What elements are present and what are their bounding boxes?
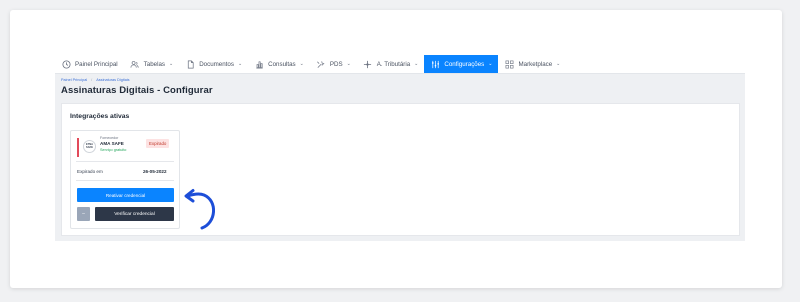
verify-credential-button[interactable]: Verificar credencial — [95, 207, 174, 221]
tools-icon — [316, 59, 326, 69]
reactivate-credential-button[interactable]: Reativar credencial — [77, 188, 174, 202]
chevron-down-icon: ⌄ — [346, 61, 351, 67]
users-icon — [130, 59, 140, 69]
nav-tabelas[interactable]: Tabelas ⌄ — [124, 55, 180, 73]
nav-label: Consultas — [268, 60, 296, 68]
grid-icon — [504, 59, 514, 69]
nav-documentos[interactable]: Documentos ⌄ — [179, 55, 248, 73]
chart-icon — [254, 59, 264, 69]
nav-label: Painel Principal — [75, 60, 118, 68]
tax-icon — [363, 59, 373, 69]
service-status: Serviço gratuito — [100, 148, 127, 152]
top-navigation: Painel Principal Tabelas ⌄ Documentos ⌄ … — [55, 55, 745, 73]
chevron-down-icon: ⌄ — [237, 61, 243, 67]
nav-label: Documentos — [199, 60, 234, 68]
remove-button[interactable]: – — [77, 207, 90, 221]
nav-consultas[interactable]: Consultas ⌄ — [248, 55, 310, 73]
chevron-down-icon: ⌄ — [556, 61, 561, 67]
breadcrumb-home[interactable]: Painel Principal — [61, 78, 87, 82]
document-icon — [185, 59, 195, 69]
chevron-down-icon: ⌄ — [488, 61, 493, 67]
status-badge: Expirado — [146, 139, 170, 148]
minus-icon: – — [82, 211, 85, 217]
card-divider — [76, 180, 174, 181]
integrations-panel: Integrações ativas ETNA SAFE Fornecedor … — [61, 103, 740, 236]
integration-card: ETNA SAFE Fornecedor AMA SAFE Serviço gr… — [70, 130, 180, 229]
provider-label: Fornecedor — [100, 136, 119, 140]
breadcrumb-separator: / — [91, 78, 93, 82]
chevron-down-icon: ⌄ — [168, 61, 174, 67]
nav-pds[interactable]: PDS ⌄ — [310, 55, 357, 73]
breadcrumb: Painel Principal / Assinaturas Digitais — [61, 78, 130, 82]
nav-painel-principal[interactable]: Painel Principal — [55, 55, 124, 73]
provider-name: AMA SAFE — [100, 141, 124, 146]
nav-label: PDS — [329, 60, 343, 68]
nav-label: Tabelas — [143, 60, 165, 68]
nav-label: A. Tributária — [376, 60, 411, 68]
card-divider — [76, 161, 174, 162]
logo-text-bottom: SAFE — [86, 145, 93, 149]
chevron-down-icon: ⌄ — [299, 61, 304, 67]
expired-date: 26-05-2022 — [143, 169, 167, 174]
chevron-down-icon: ⌄ — [414, 61, 419, 67]
status-indicator-bar — [77, 138, 79, 157]
curved-arrow-icon — [184, 189, 215, 230]
nav-label: Configurações — [444, 60, 485, 68]
provider-logo: ETNA SAFE — [83, 140, 96, 153]
nav-label: Marketplace — [518, 60, 553, 68]
nav-marketplace[interactable]: Marketplace ⌄ — [498, 55, 566, 73]
breadcrumb-current[interactable]: Assinaturas Digitais — [96, 78, 129, 82]
clock-icon — [61, 59, 71, 69]
nav-configuracoes[interactable]: Configurações ⌄ — [424, 55, 499, 73]
nav-a-tributaria[interactable]: A. Tributária ⌄ — [357, 55, 425, 73]
page-title: Assinaturas Digitais - Configurar — [61, 85, 213, 96]
integrations-title: Integrações ativas — [70, 113, 130, 120]
expired-label: Expirado em — [77, 169, 103, 174]
settings-icon — [430, 59, 440, 69]
